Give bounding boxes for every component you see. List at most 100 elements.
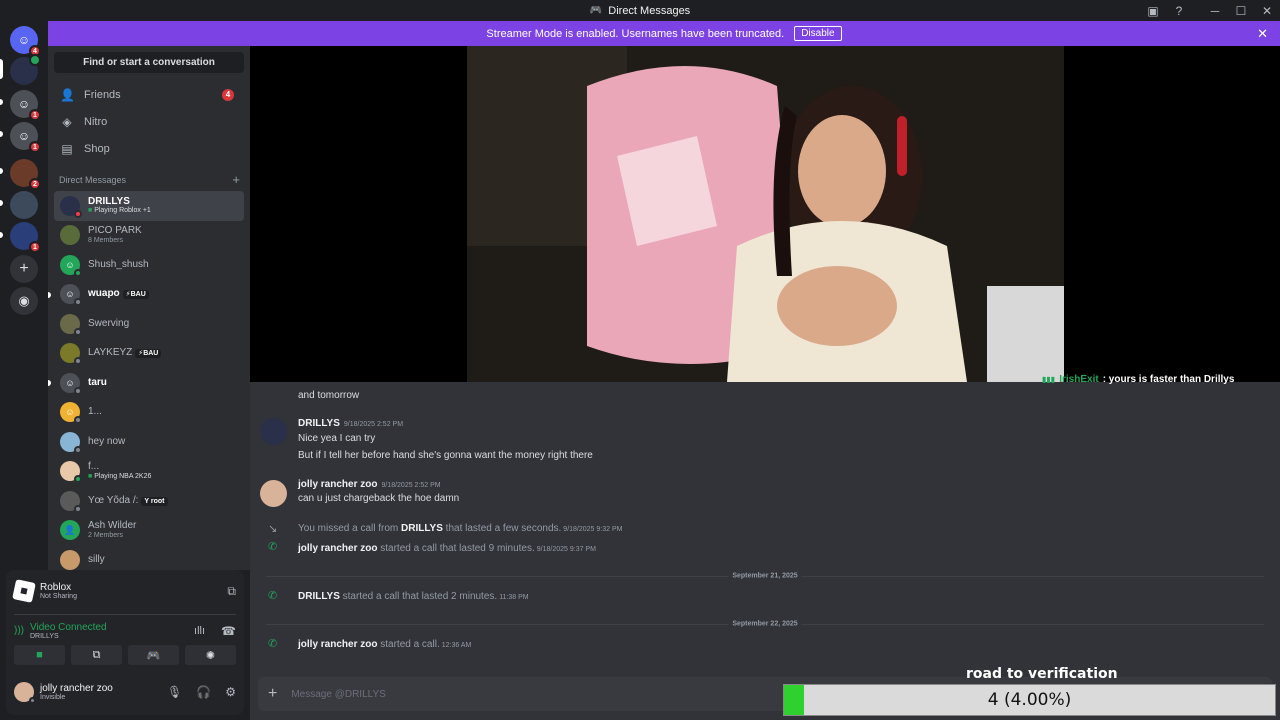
- server-icon[interactable]: ☺ 1: [10, 90, 41, 121]
- disconnect-icon[interactable]: ☎: [221, 624, 236, 638]
- main-area: ▮▮▮ IrishExit : yours is faster than Dri…: [250, 46, 1280, 720]
- nitro-icon: ◈: [62, 114, 72, 129]
- message-input[interactable]: Message @DRILLYS: [291, 689, 385, 700]
- soundboard-button[interactable]: ✺: [185, 645, 236, 665]
- activity-button[interactable]: 🎮: [128, 645, 179, 665]
- unread-pill: [0, 59, 3, 79]
- server-icon[interactable]: 1: [10, 222, 41, 253]
- status-indicator: [29, 697, 36, 704]
- nav-label: Friends: [84, 88, 121, 101]
- microphone-icon[interactable]: 🎙: [167, 685, 182, 699]
- camera-button[interactable]: ■: [14, 645, 65, 665]
- dm-item[interactable]: ☺ wuapo ⚡BAU: [48, 280, 244, 310]
- message-content: Nice yea I can try: [298, 433, 376, 444]
- avatar: [60, 313, 82, 336]
- camera-icon: ■: [36, 649, 43, 661]
- user-name: jolly rancher zoo: [40, 683, 113, 694]
- server-icon[interactable]: [10, 191, 38, 219]
- status-indicator: [74, 416, 82, 425]
- status-indicator: [74, 475, 82, 484]
- settings-gear-icon[interactable]: ⚙: [225, 685, 236, 699]
- noise-suppression-icon[interactable]: ıllı: [194, 625, 205, 637]
- system-text: You missed a call from: [298, 523, 402, 534]
- create-dm-icon[interactable]: +: [232, 172, 240, 187]
- avatar: [60, 549, 80, 570]
- activity-sub: Not Sharing: [40, 593, 77, 600]
- status-indicator: [74, 327, 82, 336]
- dm-name-text: Yœ Yõda /:: [88, 494, 139, 506]
- dm-item[interactable]: silly: [54, 545, 244, 570]
- dm-activity-text: Playing Roblox +1: [94, 207, 151, 215]
- avatar[interactable]: [14, 682, 36, 704]
- avatar: ☺: [60, 372, 82, 395]
- share-screen-icon[interactable]: ⧉: [227, 584, 236, 599]
- dm-item[interactable]: ☺ 1...: [54, 398, 244, 428]
- friends-badge: 4: [222, 88, 234, 101]
- dm-item-group[interactable]: 👤 Ash Wilder 2 Members: [54, 516, 244, 546]
- nav-label: Nitro: [84, 115, 108, 128]
- add-attachment-icon[interactable]: +: [268, 685, 277, 703]
- gamepad-icon: 🎮: [146, 649, 161, 662]
- dm-item[interactable]: f... ■ Playing NBA 2K26: [54, 457, 244, 487]
- dm-item[interactable]: ☺ taru: [48, 368, 244, 398]
- dm-item-drillys[interactable]: DRILLYS ■ Playing Roblox +1: [54, 191, 244, 221]
- nav-friends[interactable]: 👤 Friends 4: [54, 81, 244, 108]
- dm-item-group[interactable]: PICO PARK 8 Members: [54, 221, 244, 251]
- dm-item[interactable]: Swerving: [54, 309, 244, 339]
- dm-item[interactable]: LAYKEYZ ⚡BAU: [54, 339, 244, 369]
- disable-button[interactable]: Disable: [794, 26, 842, 41]
- dm-name-text: LAYKEYZ: [88, 347, 133, 358]
- nav-nitro[interactable]: ◈ Nitro: [54, 108, 244, 135]
- video-stream[interactable]: [467, 46, 1064, 382]
- avatar[interactable]: [260, 480, 287, 507]
- search-button[interactable]: Find or start a conversation: [54, 52, 244, 73]
- dm-header: Direct Messages: [59, 174, 127, 185]
- message-timestamp: 9/18/2025 2:52 PM: [343, 421, 404, 428]
- voice-channel[interactable]: DRILLYS: [30, 633, 107, 640]
- dm-item[interactable]: hey now: [54, 427, 244, 457]
- server-icon[interactable]: ☺ 1: [10, 122, 41, 153]
- system-user[interactable]: DRILLYS: [298, 591, 340, 602]
- system-user[interactable]: jolly rancher zoo: [298, 639, 377, 650]
- dm-name: taru: [88, 376, 107, 388]
- date-divider: September 21, 2025: [266, 572, 1264, 580]
- dm-item[interactable]: Yœ Yõda /: Y root: [54, 486, 244, 516]
- home-button[interactable]: ☺ 4: [10, 26, 41, 57]
- dm-name: PICO PARK: [88, 225, 142, 237]
- system-user[interactable]: DRILLYS: [401, 523, 443, 534]
- window-title: Direct Messages: [608, 4, 691, 17]
- system-user[interactable]: jolly rancher zoo: [298, 543, 377, 554]
- minimize-button[interactable]: ─: [1202, 0, 1228, 21]
- maximize-button[interactable]: ☐: [1228, 0, 1254, 21]
- message-author[interactable]: jolly rancher zoo: [298, 479, 377, 490]
- shop-icon: ▤: [61, 141, 73, 156]
- avatar: ☺: [60, 402, 82, 425]
- message-author[interactable]: DRILLYS: [298, 418, 340, 429]
- server-icon[interactable]: 2: [10, 159, 41, 190]
- message-content: But if I tell her before hand she's gonn…: [298, 450, 593, 461]
- avatar: ☺: [60, 284, 82, 307]
- voice-status[interactable]: Video Connected: [30, 622, 107, 633]
- nav-shop[interactable]: ▤ Shop: [54, 135, 244, 162]
- dm-name: Swerving: [88, 317, 130, 329]
- unread-dot: [48, 380, 51, 386]
- dm-activity: ■ Playing NBA 2K26: [88, 473, 151, 480]
- dm-name: Yœ Yõda /: Y root: [88, 494, 168, 507]
- webcam-feed-image: [467, 46, 1064, 382]
- close-window-button[interactable]: ✕: [1254, 0, 1280, 21]
- discover-icon[interactable]: ◉: [10, 287, 38, 315]
- close-icon[interactable]: ✕: [1257, 26, 1268, 42]
- screen-share-button[interactable]: ⧉: [71, 645, 122, 665]
- headphones-icon[interactable]: 🎧: [196, 685, 211, 699]
- discord-icon: 🎮: [589, 5, 603, 16]
- server-icon[interactable]: [10, 54, 41, 85]
- help-icon[interactable]: ?: [1166, 0, 1192, 21]
- group-avatar: 👤: [60, 520, 80, 541]
- avatar[interactable]: [260, 418, 287, 445]
- add-server-icon[interactable]: +: [10, 255, 38, 283]
- inbox-icon[interactable]: ▣: [1140, 0, 1166, 21]
- dm-item[interactable]: ☺ Shush_shush: [54, 250, 244, 280]
- activity-title: Roblox: [40, 582, 72, 593]
- verification-progress-bar: 4 (4.00%): [783, 684, 1276, 716]
